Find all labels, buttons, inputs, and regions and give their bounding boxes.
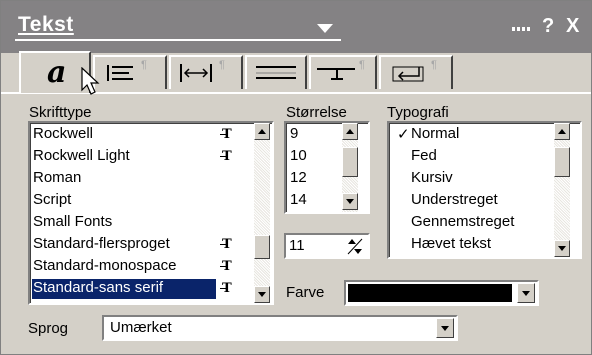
size-value: 11: [289, 237, 305, 254]
tab-lines[interactable]: [245, 55, 307, 89]
tab-stop-icon: [317, 68, 355, 80]
close-button[interactable]: X: [566, 15, 579, 38]
color-dropdown-button[interactable]: [517, 283, 535, 303]
size-input[interactable]: 11: [284, 233, 370, 259]
line-break-icon: [392, 66, 424, 82]
panel-menu-chevron-icon[interactable]: [317, 24, 333, 33]
size-item-12[interactable]: 12: [290, 169, 307, 186]
chevron-down-icon: [558, 246, 566, 251]
typography-item-understreget[interactable]: Understreget: [411, 191, 498, 208]
language-select[interactable]: Umærket: [102, 315, 458, 341]
collapse-icon[interactable]: [512, 27, 532, 31]
size-label: Størrelse: [286, 104, 347, 121]
font-list-scrollbar[interactable]: [254, 123, 270, 303]
font-item-rockwell-light[interactable]: Rockwell Light: [33, 147, 130, 164]
spacing-icon: [180, 64, 212, 82]
scroll-down-button[interactable]: [342, 193, 358, 210]
scroll-down-button[interactable]: [554, 240, 570, 257]
font-item-standard-monospace[interactable]: Standard-monospace: [33, 257, 176, 274]
chevron-up-icon: [346, 129, 354, 134]
color-picker[interactable]: [344, 280, 539, 306]
tab-line-break[interactable]: ¶: [379, 55, 453, 89]
scroll-up-button[interactable]: [342, 123, 358, 140]
tab-tabstops[interactable]: ¶: [309, 55, 377, 89]
font-item-standard-flersproget[interactable]: Standard-flersproget: [33, 235, 170, 252]
scroll-thumb[interactable]: [342, 147, 358, 177]
line-spacing-icon: [256, 66, 296, 79]
font-item-script[interactable]: Script: [33, 191, 71, 208]
typography-label: Typografi: [387, 104, 449, 121]
truetype-icon: T: [220, 281, 232, 296]
scroll-down-button[interactable]: [254, 286, 270, 303]
size-list[interactable]: 9 10 12 14: [284, 121, 370, 214]
typography-item-haevet-tekst[interactable]: Hævet tekst: [411, 235, 491, 252]
language-value: Umærket: [110, 319, 172, 336]
size-item-10[interactable]: 10: [290, 147, 307, 164]
pilcrow-icon: ¶: [219, 59, 225, 71]
chevron-down-icon: [258, 292, 266, 297]
truetype-icon: T: [220, 237, 232, 252]
align-left-icon: [107, 65, 133, 81]
title-underline: [15, 39, 341, 41]
panel-title: Tekst: [18, 13, 74, 36]
chevron-down-icon: [522, 291, 530, 296]
scroll-up-button[interactable]: [554, 123, 570, 140]
truetype-icon: T: [220, 259, 232, 274]
language-dropdown-button[interactable]: [436, 318, 454, 338]
typography-item-fed[interactable]: Fed: [411, 147, 437, 164]
font-item-standard-sans-serif[interactable]: Standard-sans serif: [32, 279, 216, 299]
text-panel: Tekst ? X a ¶ ¶ ¶ ¶ Skrifttype Størrelse…: [0, 0, 592, 355]
scroll-thumb[interactable]: [254, 235, 270, 259]
help-button[interactable]: ?: [542, 15, 554, 38]
size-list-scrollbar[interactable]: [342, 123, 358, 212]
mouse-cursor-icon: [81, 67, 100, 95]
font-label: Skrifttype: [29, 104, 92, 121]
font-item-roman[interactable]: Roman: [33, 169, 81, 186]
tab-paragraph[interactable]: ¶: [93, 55, 167, 89]
pilcrow-icon: ¶: [359, 59, 365, 71]
tab-spacing[interactable]: ¶: [169, 55, 243, 89]
typography-check-icon: ✓: [397, 126, 410, 143]
size-item-14[interactable]: 14: [290, 191, 307, 208]
language-label: Sprog: [28, 320, 69, 337]
scroll-thumb[interactable]: [554, 147, 570, 177]
pilcrow-icon: ¶: [141, 59, 147, 71]
size-item-9[interactable]: 9: [290, 125, 298, 142]
spinner-icon[interactable]: [344, 236, 366, 256]
pilcrow-icon: ¶: [431, 59, 437, 71]
scroll-up-button[interactable]: [254, 123, 270, 140]
character-tab-glyph: a: [47, 55, 67, 90]
chevron-up-icon: [558, 129, 566, 134]
typography-list[interactable]: ✓ Normal Fed Kursiv Understreget Gennems…: [387, 121, 582, 259]
color-swatch: [348, 284, 512, 302]
font-list[interactable]: Rockwell T Rockwell Light T Roman Script…: [28, 121, 274, 305]
color-label: Farve: [286, 284, 325, 301]
typography-item-gennemstreget[interactable]: Gennemstreget: [411, 213, 514, 230]
truetype-icon: T: [220, 149, 232, 164]
typography-item-kursiv[interactable]: Kursiv: [411, 169, 453, 186]
chevron-up-icon: [258, 129, 266, 134]
truetype-icon: T: [220, 127, 232, 142]
typography-item-normal[interactable]: Normal: [411, 125, 459, 142]
chevron-down-icon: [441, 326, 449, 331]
font-item-rockwell[interactable]: Rockwell: [33, 125, 93, 142]
title-bar[interactable]: Tekst ? X: [1, 1, 591, 53]
chevron-down-icon: [346, 199, 354, 204]
typography-list-scrollbar[interactable]: [554, 123, 570, 257]
font-item-small-fonts[interactable]: Small Fonts: [33, 213, 112, 230]
